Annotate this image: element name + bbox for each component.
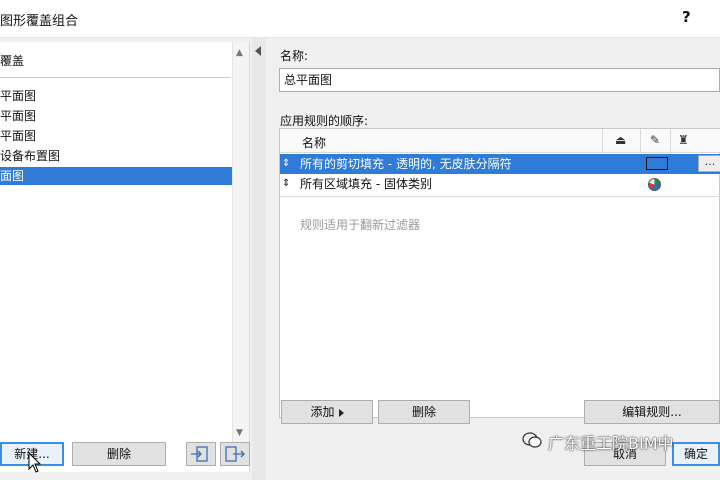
name-input[interactable]: 总平面图 xyxy=(279,68,720,92)
title-bar: 图形覆盖组合 ? xyxy=(0,0,720,38)
rule-row-selected[interactable]: ⇕ 所有的剪切填充 - 透明的, 无皮肤分隔符 ... xyxy=(280,154,720,174)
dialog-body: 覆盖 平面图 平面图 平面图 设备布置图 面图 ▲ ▼ 新建... 删除 名称:… xyxy=(0,38,720,480)
scroll-down-icon[interactable]: ▼ xyxy=(236,428,243,438)
rule-name: 所有区域填充 - 固体类别 xyxy=(300,177,432,191)
list-item[interactable]: 平面图 xyxy=(0,87,232,105)
drag-handle-icon[interactable]: ⇕ xyxy=(282,154,290,174)
submenu-arrow-icon xyxy=(338,408,344,417)
add-rule-button[interactable]: 添加 xyxy=(281,400,373,424)
divider xyxy=(670,129,671,153)
column-header-pen-icon[interactable]: ✎ xyxy=(650,133,660,147)
name-label: 名称: xyxy=(280,49,309,63)
category-fill-icon xyxy=(648,178,661,191)
list-header: 覆盖 xyxy=(0,54,25,68)
add-rule-label: 添加 xyxy=(310,405,335,419)
divider xyxy=(280,196,720,197)
delete-combination-button[interactable]: 删除 xyxy=(72,442,166,466)
list-scrollbar[interactable]: ▲ ▼ xyxy=(232,42,249,442)
rules-table: 名称 ⏏ ✎ ♜ ⇕ 所有的剪切填充 - 透明的, 无皮肤分隔符 ... ⇕ 所… xyxy=(279,128,720,418)
wechat-logo-icon xyxy=(522,432,542,448)
delete-rule-button[interactable]: 删除 xyxy=(378,400,470,424)
renovation-filter-hint: 规则适用于翻新过滤器 xyxy=(300,218,421,232)
scroll-up-icon[interactable]: ▲ xyxy=(236,48,243,58)
rules-order-label: 应用规则的顺序: xyxy=(280,114,369,128)
fill-swatch[interactable] xyxy=(646,157,668,170)
export-icon xyxy=(225,446,245,462)
ok-button[interactable]: 确定 xyxy=(672,442,720,466)
help-button[interactable]: ? xyxy=(682,8,691,26)
export-button[interactable] xyxy=(220,442,250,466)
mouse-cursor-icon xyxy=(28,452,42,473)
list-item[interactable]: 平面图 xyxy=(0,107,232,125)
divider xyxy=(0,77,230,78)
divider xyxy=(602,129,603,153)
collapse-arrow-icon[interactable] xyxy=(255,46,261,56)
watermark-text: 广东重工院BIM中 xyxy=(548,434,674,453)
dialog-title: 图形覆盖组合 xyxy=(0,14,79,29)
list-item[interactable]: 平面图 xyxy=(0,127,232,145)
drag-handle-icon[interactable]: ⇕ xyxy=(282,174,290,194)
edit-rules-button[interactable]: 编辑规则... xyxy=(584,400,720,424)
column-header-name[interactable]: 名称 xyxy=(302,134,326,151)
rule-more-button[interactable]: ... xyxy=(698,155,720,172)
rules-table-header: 名称 ⏏ ✎ ♜ xyxy=(280,129,720,153)
list-item[interactable]: 设备布置图 xyxy=(0,147,232,165)
column-header-view-icon[interactable]: ⏏ xyxy=(615,133,626,147)
import-icon xyxy=(191,446,208,462)
pane-splitter[interactable] xyxy=(252,38,266,480)
rule-name: 所有的剪切填充 - 透明的, 无皮肤分隔符 xyxy=(300,157,512,171)
column-header-lock-icon[interactable]: ♜ xyxy=(678,133,689,147)
divider xyxy=(640,129,641,153)
rule-row[interactable]: ⇕ 所有区域填充 - 固体类别 xyxy=(280,174,720,194)
override-combination-list[interactable]: 覆盖 平面图 平面图 平面图 设备布置图 面图 ▲ ▼ xyxy=(0,42,250,472)
list-item-selected[interactable]: 面图 xyxy=(0,167,232,185)
import-button[interactable] xyxy=(186,442,216,466)
